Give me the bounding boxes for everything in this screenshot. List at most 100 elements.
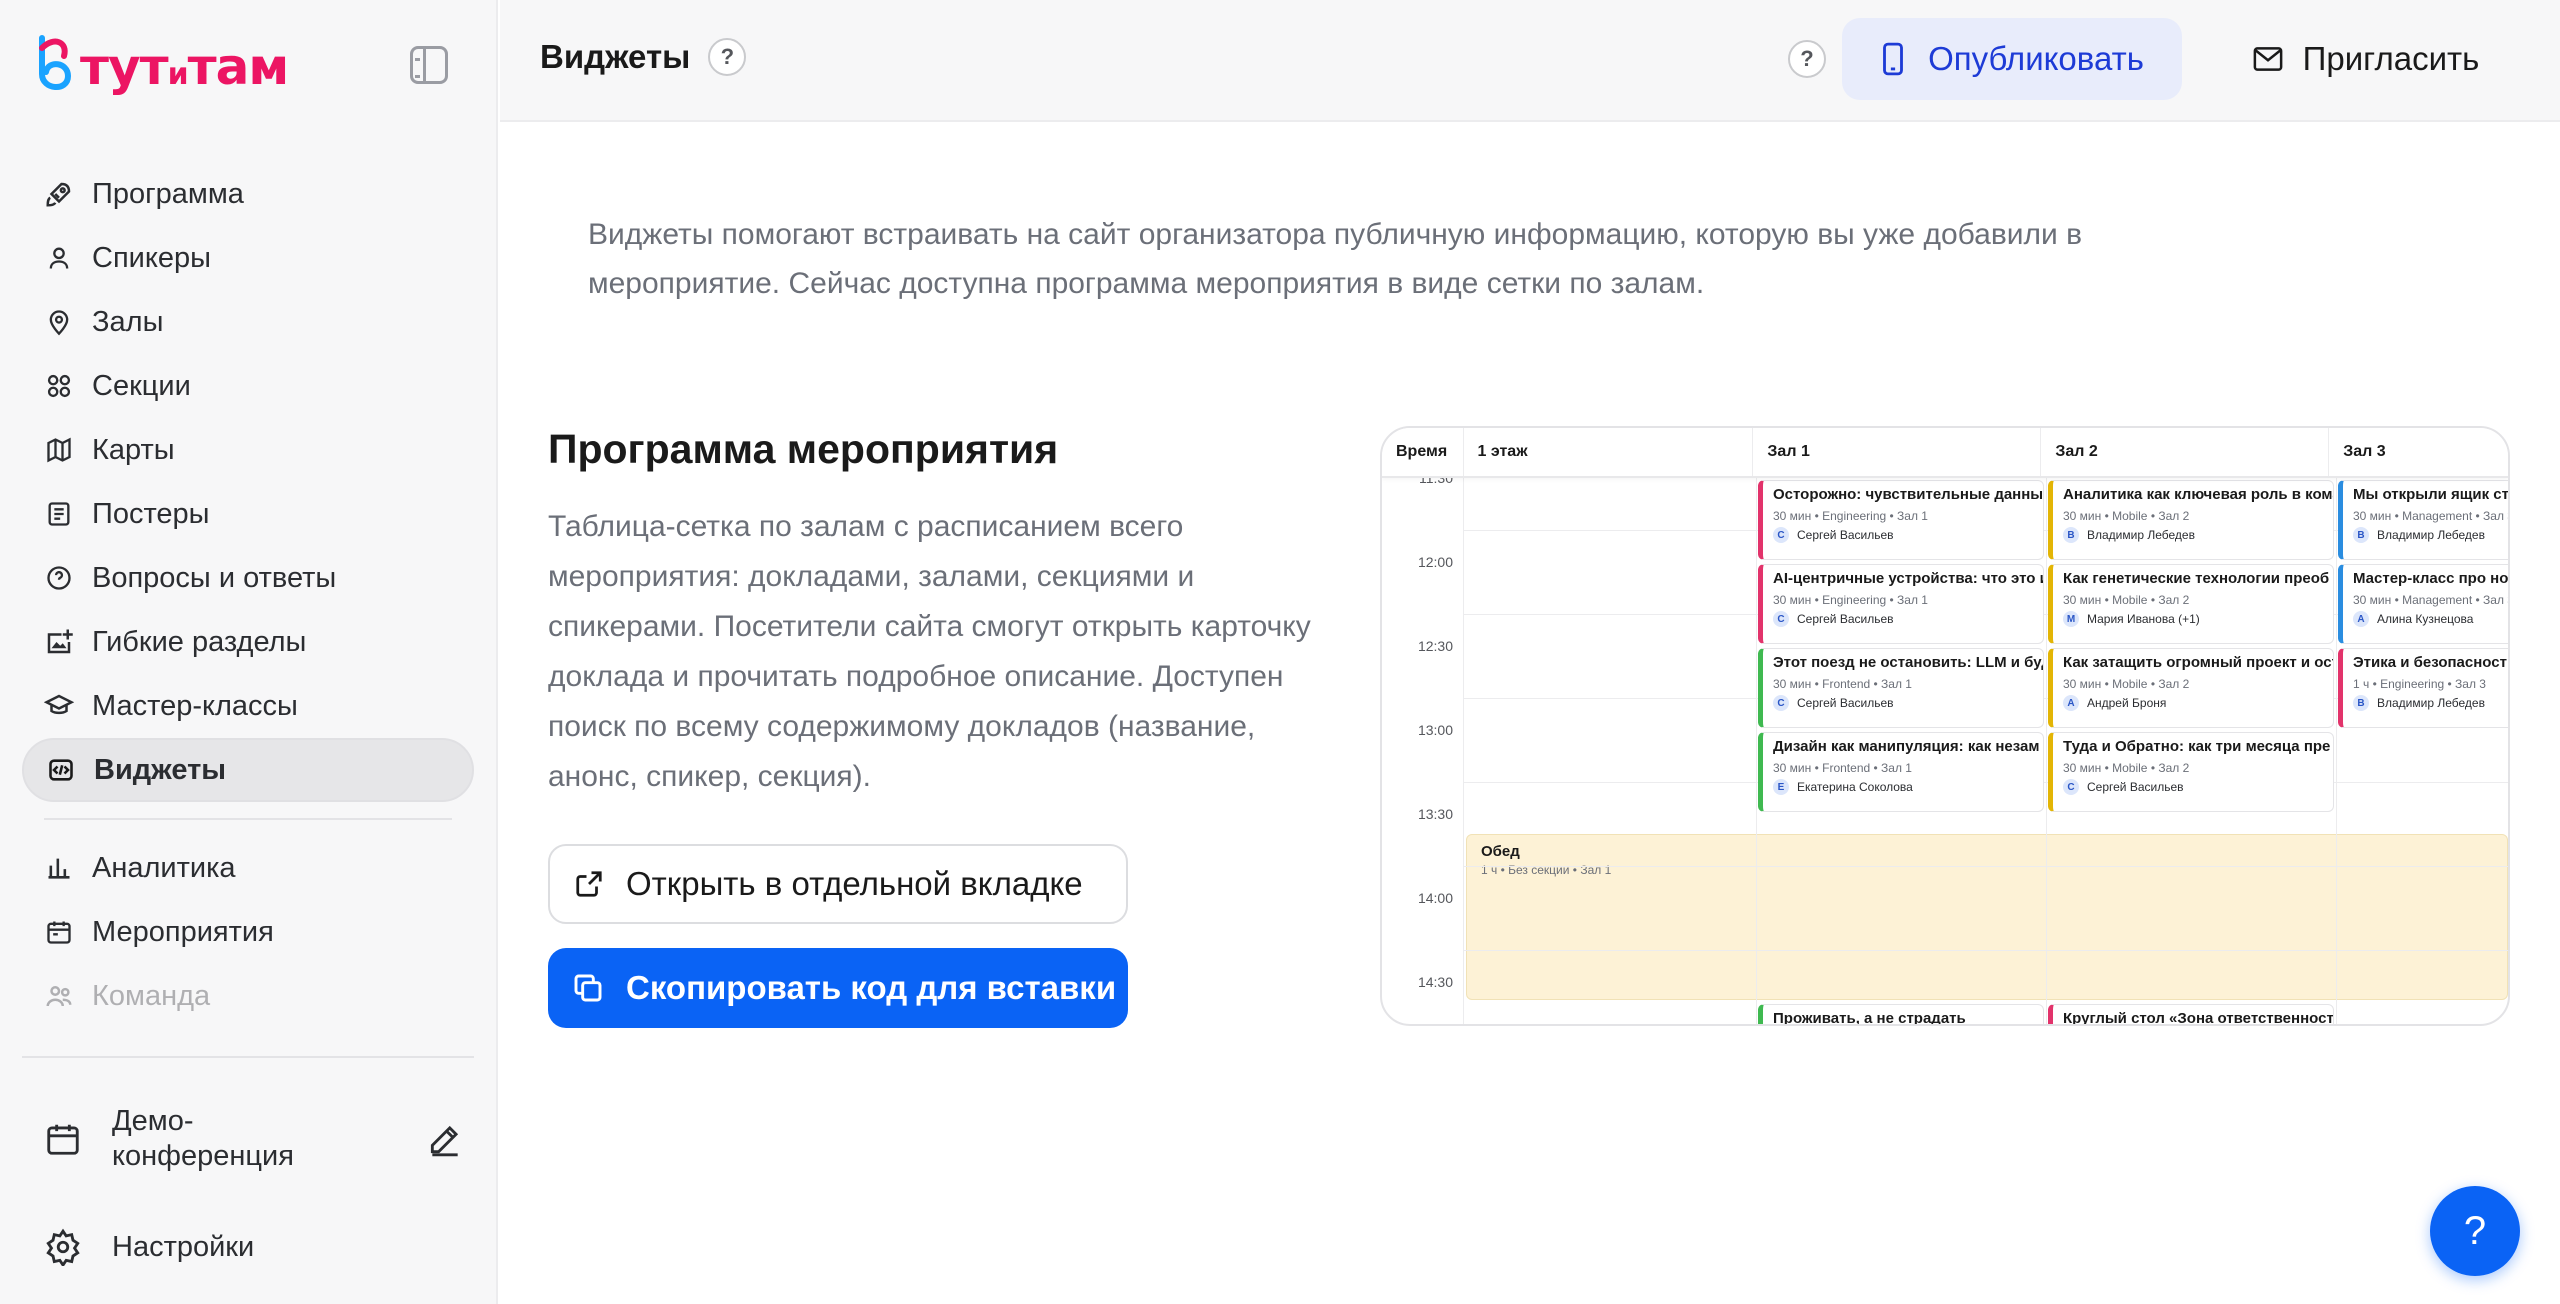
sidebar-item-posters[interactable]: Постеры [22,482,474,546]
preview-grid: 11:30 12:00 12:30 13:00 13:30 14:00 14:3… [1382,470,2510,1026]
gear-icon [46,1228,80,1266]
bottom-divider [22,1056,474,1058]
session-meta: 30 мин • Management • Зал 3 [2353,509,2510,523]
session-card[interactable]: Проживать, а не страдать30 мин • Fronten… [1758,1004,2044,1024]
session-meta: 1 ч • Engineering • Зал 3 [2353,677,2486,691]
grid-circles-icon [44,371,74,401]
session-card[interactable]: Круглый стол «Зона ответственност1 ч • E… [2048,1004,2334,1026]
lunch-block[interactable]: Обед 1 ч • Без секции • Зал 1 [1466,834,2508,1000]
session-card[interactable]: Мастер-класс про ноу 30 мин • Management … [2338,564,2508,644]
event-name: Демо-конференция [112,1105,294,1172]
session-title: Осторожно: чувствительные данные [1773,486,2044,503]
session-card[interactable]: Туда и Обратно: как три месяца пре 30 мин… [2048,732,2334,812]
phone-icon [1883,42,1904,76]
speaker-name: Сергей Васильев [1797,612,1894,626]
sidebar-item-sections[interactable]: Секции [22,354,474,418]
sidebar-item-team[interactable]: Команда [22,964,474,1028]
top-header: Виджеты ? ? Опубликовать Пригласить [500,0,2560,122]
sidebar-item-masterclasses[interactable]: Мастер-классы [22,674,474,738]
sidebar-item-settings[interactable]: Настройки [44,1228,254,1266]
publish-button[interactable]: Опубликовать [1842,18,2182,100]
speaker-name: Сергей Васильев [2087,780,2184,794]
external-link-icon [576,871,602,897]
invite-button[interactable]: Пригласить [2216,18,2516,100]
page-title: Виджеты ? [540,38,747,76]
speaker-name: Владимир Лебедев [2377,696,2485,710]
session-meta: 30 мин • Engineering • Зал 1 [1773,593,1928,607]
sidebar-item-program[interactable]: Программа [22,162,474,226]
help-fab[interactable]: ? [2430,1186,2520,1276]
widget-preview: Время 1 этаж Зал 1 Зал 2 Зал 3 11:30 12:… [1380,426,2510,1026]
sidebar-item-events[interactable]: Мероприятия [22,900,474,964]
logo[interactable]: тутитам [34,32,289,102]
sidebar-item-widgets[interactable]: Виджеты [22,738,474,802]
session-card[interactable]: Как генетические технологии преоб 30 мин … [2048,564,2334,644]
session-title: Как генетические технологии преоб [2063,570,2330,587]
sidebar-item-label: Вопросы и ответы [92,561,337,594]
session-card[interactable]: Аналитика как ключевая роль в кома 30 мин… [2048,480,2334,560]
sidebar-collapse-icon[interactable] [410,46,448,84]
avatar: В [2353,695,2369,711]
speaker-name: Алина Кузнецова [2377,612,2474,626]
session-title: Этот поезд не остановить: LLM и буд [1773,654,2044,671]
pencil-icon[interactable] [426,1120,464,1158]
speaker-name: Сергей Васильев [1797,696,1894,710]
user-icon [44,243,74,273]
current-event[interactable]: Демо-конференция [44,1098,464,1180]
help-icon[interactable]: ? [708,38,747,76]
open-in-new-tab-button[interactable]: Открыть в отдельной вкладке [548,844,1128,924]
session-speaker: Е Екатерина Соколова [1773,779,2043,795]
sidebar-item-analytics[interactable]: Аналитика [22,836,474,900]
map-icon [44,435,74,465]
question-circle-icon [44,563,74,593]
settings-label: Настройки [112,1230,255,1263]
session-speaker: С Сергей Васильев [1773,527,2043,543]
time-column: 11:30 12:00 12:30 13:00 13:30 14:00 14:3… [1382,470,1464,1024]
graduation-cap-icon [44,691,74,721]
sidebar-item-label: Программа [92,177,244,210]
session-card[interactable]: Этика и безопасность 1 ч • Engineering • … [2338,648,2508,728]
copy-label: Скопировать код для вставки [626,969,1117,1006]
grid-line [2336,478,2337,1024]
session-meta: 30 мин • Frontend • Зал 1 [1773,761,1912,775]
copy-embed-code-button[interactable]: Скопировать код для вставки [548,948,1128,1028]
sidebar-item-qa[interactable]: Вопросы и ответы [22,546,474,610]
sidebar-item-label: Команда [92,979,211,1012]
sidebar-item-halls[interactable]: Залы [22,290,474,354]
logo-text: тутитам [80,38,289,96]
session-card[interactable]: AI-центричные устройства: что это и 30 ми… [1758,564,2044,644]
open-label: Открыть в отдельной вкладке [626,865,1083,902]
avatar: М [2063,611,2079,627]
col-header: Зал 2 [2041,428,2330,476]
sidebar-item-flexible[interactable]: Гибкие разделы [22,610,474,674]
image-plus-icon [44,627,74,657]
logo-mark-icon [39,35,72,90]
speaker-name: Мария Иванова (+1) [2087,612,2200,626]
speaker-name: Екатерина Соколова [1797,780,1913,794]
session-card[interactable]: Дизайн как манипуляция: как незам 30 мин … [1758,732,2044,812]
avatar: С [2063,779,2079,795]
sidebar-item-maps[interactable]: Карты [22,418,474,482]
session-card[interactable]: Осторожно: чувствительные данные 30 мин •… [1758,480,2044,560]
speaker-name: Сергей Васильев [1797,528,1894,542]
session-meta: 30 мин • Mobile • Зал 2 [2063,677,2190,691]
session-title: Круглый стол «Зона ответственност [2063,1010,2334,1026]
session-meta: 30 мин • Mobile • Зал 2 [2063,761,2190,775]
session-card[interactable]: Мы открыли ящик стра 30 мин • Management … [2338,480,2510,560]
session-card[interactable]: Как затащить огромный проект и ост 30 мин… [2048,648,2334,728]
session-card[interactable]: Этот поезд не остановить: LLM и буд 30 ми… [1758,648,2044,728]
speaker-name: Владимир Лебедев [2087,528,2195,542]
page-title-text: Виджеты [540,38,691,75]
header-help-icon[interactable]: ? [1788,40,1826,78]
sidebar-item-label: Карты [92,433,175,466]
sidebar-nav: Программа Спикеры Залы Секции Карты Пост… [22,162,474,1028]
session-speaker: В Владимир Лебедев [2353,527,2508,543]
mail-icon [2253,47,2283,71]
invite-label: Пригласить [2302,40,2480,77]
sidebar-item-label: Гибкие разделы [92,625,307,658]
time-label: 12:30 [1417,638,1453,654]
map-pin-icon [44,307,74,337]
sidebar-item-label: Залы [92,305,164,338]
sidebar-item-speakers[interactable]: Спикеры [22,226,474,290]
session-meta: 30 мин • Engineering • Зал 1 [1773,509,1928,523]
